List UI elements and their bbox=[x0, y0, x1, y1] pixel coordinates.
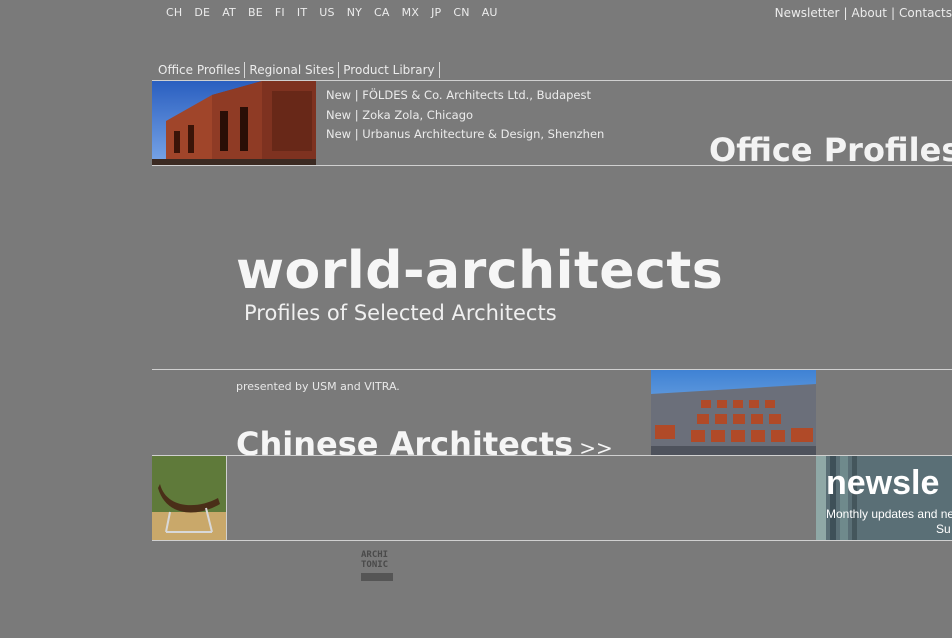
architonic-logo-bar bbox=[361, 573, 393, 581]
divider bbox=[226, 456, 227, 540]
section-tabs: Office Profiles Regional Sites Product Lib… bbox=[154, 62, 440, 78]
country-link-fi[interactable]: FI bbox=[275, 6, 285, 19]
news-item[interactable]: New | FÖLDES & Co. Architects Ltd., Buda… bbox=[326, 86, 604, 106]
country-link-us[interactable]: US bbox=[319, 6, 334, 19]
link-separator: | bbox=[891, 6, 896, 20]
country-link-mx[interactable]: MX bbox=[402, 6, 419, 19]
newsletter-banner-text: Monthly updates and ne bbox=[826, 507, 952, 521]
top-links: Newsletter | About | Contacts bbox=[775, 6, 952, 20]
newsletter-banner-subscribe[interactable]: Su bbox=[936, 522, 951, 536]
architonic-logo[interactable]: ARCHI TONIC bbox=[361, 550, 393, 581]
news-item[interactable]: New | Urbanus Architecture & Design, She… bbox=[326, 125, 604, 145]
sponsor-text: presented by USM and VITRA. bbox=[236, 380, 400, 393]
country-link-au[interactable]: AU bbox=[482, 6, 498, 19]
architonic-logo-line2: TONIC bbox=[361, 560, 389, 570]
country-link-cn[interactable]: CN bbox=[453, 6, 469, 19]
country-link-de[interactable]: DE bbox=[194, 6, 210, 19]
country-link-be[interactable]: BE bbox=[248, 6, 263, 19]
facade-photo[interactable] bbox=[651, 370, 816, 455]
contacts-link[interactable]: Contacts bbox=[899, 6, 952, 20]
architonic-logo-line1: ARCHI bbox=[361, 550, 389, 560]
newsletter-banner[interactable]: newsle Monthly updates and ne Su bbox=[816, 456, 952, 540]
divider bbox=[152, 540, 952, 541]
news-list: New | FÖLDES & Co. Architects Ltd., Buda… bbox=[326, 86, 604, 145]
divider bbox=[152, 165, 952, 166]
country-link-it[interactable]: IT bbox=[297, 6, 307, 19]
chinese-architects-label: Chinese Architects bbox=[236, 425, 574, 463]
newsletter-link[interactable]: Newsletter bbox=[775, 6, 840, 20]
site-logo-subtitle: Profiles of Selected Architects bbox=[244, 301, 557, 325]
country-link-jp[interactable]: JP bbox=[431, 6, 441, 19]
double-arrow-icon: >> bbox=[579, 436, 613, 460]
tab-regional-sites[interactable]: Regional Sites bbox=[245, 62, 340, 78]
chinese-architects-link[interactable]: Chinese Architects >> bbox=[236, 424, 613, 468]
tab-product-library[interactable]: Product Library bbox=[339, 62, 440, 78]
country-link-ca[interactable]: CA bbox=[374, 6, 390, 19]
site-logo-title[interactable]: world-architects bbox=[236, 242, 723, 300]
office-profiles-heading[interactable]: Office Profiles bbox=[709, 133, 952, 167]
building-photo[interactable] bbox=[152, 81, 316, 165]
country-link-ny[interactable]: NY bbox=[347, 6, 362, 19]
news-item[interactable]: New | Zoka Zola, Chicago bbox=[326, 106, 604, 126]
country-link-ch[interactable]: CH bbox=[166, 6, 182, 19]
about-link[interactable]: About bbox=[852, 6, 887, 20]
chair-photo[interactable] bbox=[152, 456, 226, 540]
newsletter-banner-title: newsle bbox=[826, 464, 940, 502]
country-link-at[interactable]: AT bbox=[222, 6, 236, 19]
country-nav: CH DE AT BE FI IT US NY CA MX JP CN AU bbox=[166, 6, 510, 19]
tab-office-profiles[interactable]: Office Profiles bbox=[154, 62, 246, 78]
divider bbox=[152, 369, 952, 370]
link-separator: | bbox=[843, 6, 848, 20]
